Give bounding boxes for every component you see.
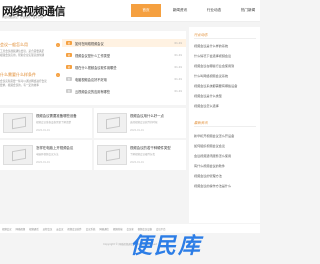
image-placeholder-icon[interactable] <box>97 113 127 133</box>
list-item[interactable]: 新 电脑视频会议好不好用 01-01 <box>62 75 186 83</box>
featured-text: 要求，视频会议的，有一定的效率 <box>0 84 39 87</box>
main-nav: 首页 新闻资讯 行业动态 热门新闻 <box>131 4 267 17</box>
footer-link[interactable]: 视频通话 <box>29 227 39 231</box>
footer-link[interactable]: 会议系统 <box>86 227 96 231</box>
footer-link[interactable]: 远程会议 <box>43 227 53 231</box>
sidebar-link[interactable]: 什么情况下会选择视频会议 <box>194 53 231 58</box>
article-card[interactable]: 视频会议的若干种硬件类型 了解视频会议硬件分类 2020-01-01 <box>94 140 186 170</box>
featured-title-1[interactable]: 会议一般怎么用 <box>0 42 28 48</box>
news-date: 01-01 <box>174 53 182 57</box>
article-card[interactable]: 视频会议需要准备哪些设备 视频会议准备设备需要了解清楚 2020-01-01 <box>0 108 92 138</box>
image-placeholder-icon[interactable] <box>3 113 33 133</box>
news-title[interactable]: 电脑视频会议好不好用 <box>75 77 174 82</box>
card-desc: 选择视频会议软件的时候 <box>130 121 158 124</box>
footer-link[interactable]: 视频终端 <box>113 227 123 231</box>
sidebar-link[interactable]: 视频会议是什么样的系统 <box>194 43 228 48</box>
sidebar-link[interactable]: 视频会议在哪些行业会使用到 <box>194 63 234 68</box>
footer-link[interactable]: 视频会议 <box>2 227 12 231</box>
list-item[interactable]: 热 现在什么视频会议软件用哪些 01-01 <box>62 63 186 71</box>
new-badge: 新 <box>66 89 72 93</box>
card-desc: 视频会议准备设备需要了解清楚 <box>36 121 72 124</box>
card-meta: 2020-01-01 <box>130 161 144 164</box>
article-card[interactable]: 视频会议用什么好一点 选择视频会议软件的时候 2020-01-01 <box>94 108 186 138</box>
news-title[interactable]: 如何在网络视频会议 <box>75 41 174 46</box>
nav-item-industry[interactable]: 行业动态 <box>199 4 229 17</box>
footer-link[interactable]: 网络视频 <box>16 227 26 231</box>
sidebar-link[interactable]: 有什么视频会议的软件 <box>194 163 225 168</box>
sidebar-link[interactable]: 视频会议的管理方法 <box>194 173 222 178</box>
sidebar-link[interactable]: 视频会议怎么选择 <box>194 103 219 108</box>
watermark-logo: 便民库 <box>130 234 203 259</box>
news-date: 01-01 <box>174 77 182 81</box>
news-title[interactable]: 云视频会议的应用有哪些 <box>75 89 174 94</box>
sidebar-link[interactable]: 会议视频通讯服务怎么使用 <box>194 153 231 158</box>
footer-link[interactable]: 云会议 <box>56 227 63 231</box>
arrow-right-icon[interactable]: › <box>56 73 60 77</box>
new-badge: 新 <box>66 77 72 81</box>
card-title[interactable]: 视频会议的若干种硬件类型 <box>130 145 171 150</box>
image-placeholder-icon[interactable] <box>3 145 33 165</box>
card-desc: 电脑开视频会议方法 <box>36 153 59 156</box>
list-item[interactable]: 新 云视频会议的应用有哪些 01-01 <box>62 87 186 95</box>
card-desc: 了解视频会议硬件分类 <box>130 153 156 156</box>
featured-text: 视频会议应用，帮助企业实现高效沟通 <box>0 54 45 57</box>
featured-left: 会议一般怎么用 工具会议视频通信会议，是合需要满足 视频会议应用，帮助企业实现高… <box>0 31 60 105</box>
nav-item-home[interactable]: 首页 <box>131 4 161 17</box>
featured-title-2[interactable]: 什么需要什么样条件 <box>0 72 36 78</box>
divider <box>194 38 256 39</box>
card-meta: 2020-01-01 <box>130 129 144 132</box>
card-meta: 2020-01-01 <box>36 129 50 132</box>
sidebar-link[interactable]: 新华机开视频会议怎么开设备 <box>194 133 234 138</box>
news-title[interactable]: 视频会议是什么工作类型 <box>75 53 174 58</box>
sidebar-link[interactable]: 什么叫网络视频会议系统 <box>194 73 228 78</box>
sidebar-link[interactable]: 视频会议的操作方法是什么 <box>194 183 231 188</box>
arrow-right-icon[interactable]: › <box>56 43 60 47</box>
list-item[interactable]: 热 如何在网络视频会议 01-01 <box>62 39 186 47</box>
nav-item-news[interactable]: 新闻资讯 <box>165 4 195 17</box>
news-date: 01-01 <box>174 65 182 69</box>
sidebar-heading: 行业动态 <box>194 33 208 37</box>
hot-badge: 热 <box>66 41 72 45</box>
hot-badge: 热 <box>66 65 72 69</box>
footer-link[interactable]: 网络通信 <box>99 227 109 231</box>
article-card[interactable]: 怎样在电脑上开视频会议 电脑开视频会议方法 2020-01-01 <box>0 140 92 170</box>
news-date: 01-01 <box>174 41 182 45</box>
header: 网络视频通信 网络视频通信 · 行业资讯 · 技术百科 首页 新闻资讯 行业动态… <box>0 0 260 22</box>
card-title[interactable]: 视频会议用什么好一点 <box>130 113 164 118</box>
list-item[interactable]: 热 视频会议是什么工作类型 01-01 <box>62 51 186 59</box>
site-subtitle: 网络视频通信 · 行业资讯 · 技术百科 <box>2 16 44 19</box>
sidebar-heading: 最新资讯 <box>194 121 208 125</box>
sidebar: 行业动态 视频会议是什么样的系统 什么情况下会选择视频会议 视频会议在哪些行业会… <box>189 27 260 223</box>
card-meta: 2020-01-01 <box>36 161 50 164</box>
card-title[interactable]: 视频会议需要准备哪些设备 <box>36 113 77 118</box>
card-title[interactable]: 怎样在电脑上开视频会议 <box>36 145 73 150</box>
sidebar-link[interactable]: 如何组织视频会议会议 <box>194 143 225 148</box>
hot-badge: 热 <box>66 53 72 57</box>
nav-item-hot[interactable]: 热门新闻 <box>233 4 263 17</box>
sidebar-link[interactable]: 视频会议系统都需要有哪些设备 <box>194 83 237 88</box>
image-placeholder-icon[interactable] <box>97 145 127 165</box>
sidebar-link[interactable]: 视频会议是什么类型 <box>194 93 222 98</box>
news-date: 01-01 <box>174 89 182 93</box>
footer-link[interactable]: 视频会议软件 <box>67 227 81 231</box>
divider <box>194 126 256 127</box>
featured-section: 会议一般怎么用 工具会议视频通信会议，是合需要满足 视频会议应用，帮助企业实现高… <box>0 31 186 105</box>
news-title[interactable]: 现在什么视频会议软件用哪些 <box>75 65 174 70</box>
